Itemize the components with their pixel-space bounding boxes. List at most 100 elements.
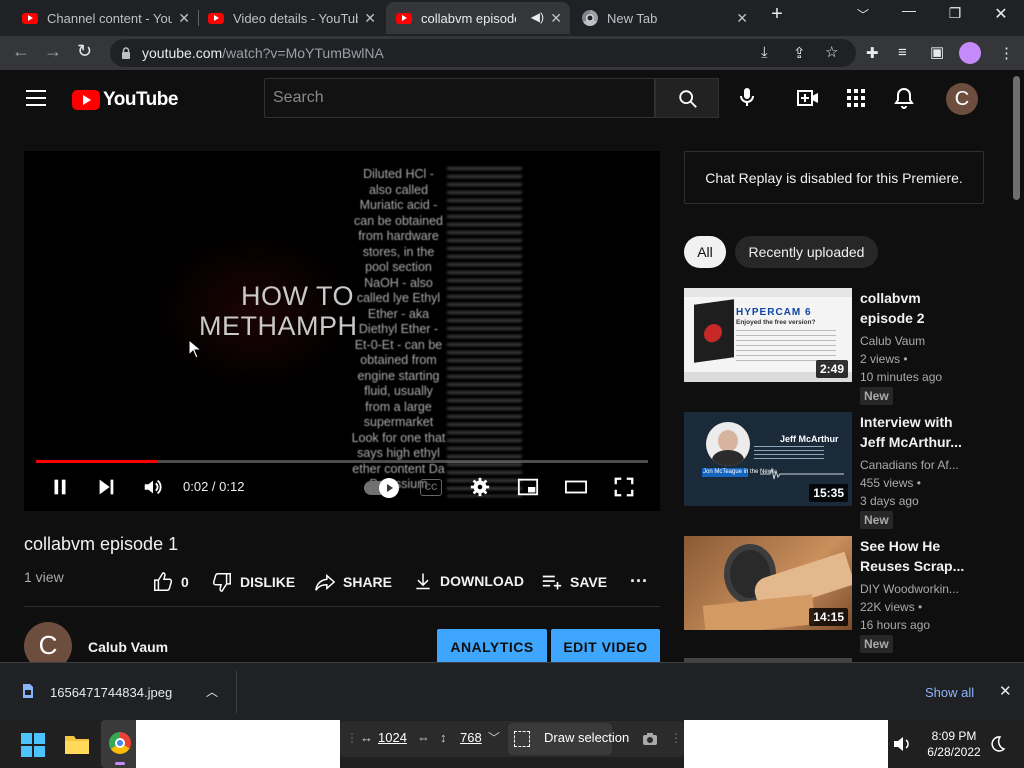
windows-start-icon[interactable] [21,733,45,757]
close-tab-icon[interactable]: ✕ [178,10,190,27]
hamburger-menu-icon[interactable] [26,90,46,106]
analytics-button[interactable]: ANALYTICS [437,629,547,665]
install-app-icon[interactable]: ⤓ [761,44,768,61]
settings-gear-icon[interactable] [468,476,492,498]
taskbar-clock[interactable]: 8:09 PM 6/28/2022 [920,728,988,760]
edit-video-button[interactable]: EDIT VIDEO [551,629,660,665]
scrollbar-thumb[interactable] [1013,76,1020,200]
recommended-channel[interactable]: DIY Woodworkin... [860,582,960,596]
tab-video-details[interactable]: Video details - YouTube Studio ✕ [198,2,384,34]
recommended-video-title[interactable]: Interview with Jeff McArthur... [860,412,978,452]
chip-all[interactable]: All [684,236,726,268]
recommended-video[interactable]: HYPERCAM 6 Enjoyed the free version? 2:4… [684,288,1004,405]
draw-selection-button[interactable]: Draw selection [508,723,629,755]
download-filename[interactable]: 1656471744834.jpeg [50,685,172,700]
url-host: youtube.com [142,45,223,61]
size-dropdown-chevron-icon[interactable]: ﹀ [488,729,500,746]
height-arrows-icon: ↕ [440,730,447,745]
tab-new-tab[interactable]: New Tab ✕ [572,2,756,34]
media-controls-icon[interactable]: ≡ [898,44,907,61]
chevron-up-icon[interactable]: ︿ [206,683,218,700]
title-line: Interview with [860,414,953,430]
autoplay-toggle[interactable] [364,478,399,498]
like-button[interactable]: 0 [152,571,189,593]
tab-collabvm-episode[interactable]: collabvm episode 1 - YouTube ◀) ✕ [386,2,570,34]
minimize-window-icon[interactable]: — [894,2,924,18]
address-bar[interactable]: youtube.com/watch?v=MoYTumBwlNA ⤓ ⇪ ☆ [110,39,856,67]
title-line: Reuses Scrap... [860,558,965,574]
camera-icon[interactable] [642,732,658,746]
bookmark-star-icon[interactable]: ☆ [825,43,838,61]
download-button[interactable]: DOWNLOAD [413,571,524,591]
thumbnail-heading: Jeff McArthur [780,434,839,444]
volume-icon[interactable] [141,476,165,498]
width-input[interactable]: 1024 [378,730,407,745]
forward-arrow-icon[interactable]: → [44,41,62,62]
account-avatar[interactable]: C [946,83,978,115]
video-thumbnail[interactable]: Jon McTeague in the News Jeff McArthur 1… [684,412,852,506]
video-thumbnail[interactable]: 14:15 [684,536,852,630]
close-tab-icon[interactable]: ✕ [550,10,562,27]
extensions-puzzle-icon[interactable]: ✚ [866,44,879,62]
mouse-cursor-icon [188,339,202,359]
chrome-taskbar-button[interactable] [101,720,139,768]
recommended-video-title[interactable]: collabvm episode 2 [860,288,978,328]
video-player[interactable]: HOW TO METHAMPH Diluted HCl - also calle… [24,151,660,511]
share-page-icon[interactable]: ⇪ [793,44,806,62]
tab-search-chevron-icon[interactable]: ﹀ [848,6,878,23]
notifications-bell-icon[interactable] [892,86,916,110]
page-scrollbar[interactable] [1010,70,1024,662]
apps-grid-icon[interactable] [844,86,868,110]
recommended-channel[interactable]: Canadians for Af... [860,458,960,472]
drag-handle-icon[interactable]: ⋮ [670,731,682,745]
progress-bar[interactable] [36,460,648,463]
speaker-muted-icon[interactable]: ◀) [531,10,544,24]
close-window-icon[interactable]: ✕ [986,4,1016,24]
close-tab-icon[interactable]: ✕ [736,10,748,27]
profile-avatar-icon[interactable] [959,42,981,64]
close-tab-icon[interactable]: ✕ [364,10,376,27]
restore-window-icon[interactable]: ❐ [940,5,970,22]
video-thumbnail[interactable]: HYPERCAM 6 Enjoyed the free version? 2:4… [684,288,852,382]
chrome-menu-icon[interactable]: ⋮ [999,44,1014,62]
theater-mode-icon[interactable] [564,476,588,498]
file-explorer-icon[interactable] [64,732,90,756]
recommended-video[interactable]: Jon McTeague in the News Jeff McArthur 1… [684,412,1004,529]
close-shelf-icon[interactable]: ✕ [999,682,1012,700]
fullscreen-icon[interactable] [612,476,636,498]
tab-channel-content[interactable]: Channel content - YouTube Studio ✕ [12,2,198,34]
drag-handle-icon[interactable]: ⋮ [346,731,358,745]
tab-title: Video details - YouTube Studio [233,10,358,26]
miniplayer-icon[interactable] [516,476,540,498]
captions-button[interactable]: CC [420,479,442,496]
search-button[interactable] [655,78,719,118]
microphone-icon[interactable] [735,85,759,109]
aspect-link-icon[interactable]: ⇔ [417,730,430,745]
channel-name[interactable]: Calub Vaum [88,639,168,655]
chip-recently-uploaded[interactable]: Recently uploaded [735,236,878,268]
speaker-volume-icon[interactable] [892,735,912,753]
youtube-logo[interactable]: YouTube [72,89,178,111]
save-button[interactable]: SAVE [541,571,607,593]
pause-icon[interactable] [48,476,72,498]
more-actions-icon[interactable]: ... [630,566,648,587]
recommended-channel[interactable]: Calub Vaum [860,334,960,348]
back-arrow-icon[interactable]: ← [12,41,30,62]
recommended-video-title[interactable]: See How He Reuses Scrap... [860,536,978,576]
focus-assist-moon-icon[interactable] [988,735,1006,753]
search-input[interactable] [265,79,654,117]
tab-title: collabvm episode 1 - YouTube [421,10,516,26]
recommended-video[interactable]: 14:15 See How He Reuses Scrap... DIY Woo… [684,536,1004,653]
dislike-button[interactable]: DISLIKE [211,571,295,593]
next-video-icon[interactable] [94,476,118,498]
side-panel-icon[interactable]: ▣ [930,43,944,61]
show-all-button[interactable]: Show all [925,685,974,700]
reload-icon[interactable]: ↻ [77,41,92,62]
download-label: DOWNLOAD [440,573,524,589]
new-tab-button[interactable]: + [762,3,792,26]
height-input[interactable]: 768 [460,730,482,745]
title-line: collabvm [860,290,921,306]
chrome-app-icon [109,732,131,754]
share-button[interactable]: SHARE [314,571,392,593]
create-video-icon[interactable] [796,86,820,110]
